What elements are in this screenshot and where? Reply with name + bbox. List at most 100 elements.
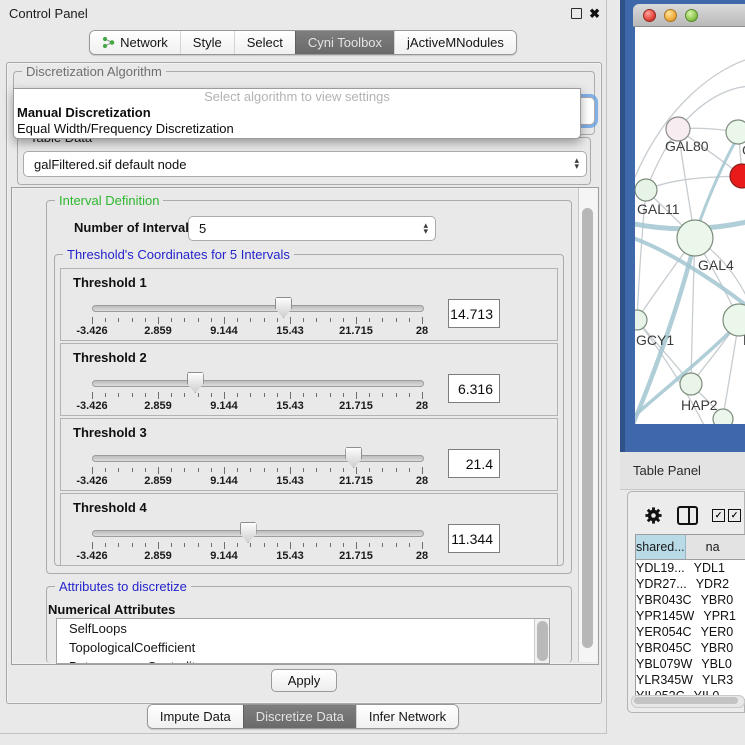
checkbox-icon[interactable]: ✓ (728, 509, 741, 522)
tab-cyni-toolbox[interactable]: Cyni Toolbox (295, 31, 394, 54)
network-node-label: HAP2 (681, 397, 718, 413)
threshold-block: Threshold 3-3.4262.8599.14415.4321.71528… (60, 418, 558, 491)
table-row[interactable]: YPR145WYPR1 (636, 608, 745, 624)
threshold-block: Threshold 1-3.4262.8599.14415.4321.71528… (60, 268, 558, 341)
table-row[interactable]: YBL079WYBL0 (636, 656, 745, 672)
list-scrollbar-thumb[interactable] (537, 621, 548, 661)
spinner-arrows-icon: ▴▾ (416, 223, 435, 234)
tick-mark (396, 393, 397, 397)
table-row[interactable]: YER054CYER0 (636, 624, 745, 640)
axis-tick-label: 9.144 (210, 325, 238, 337)
table-row[interactable]: YBR045CYBR0 (636, 640, 745, 656)
slider-thumb[interactable] (240, 522, 257, 543)
node-table[interactable]: shared...na YDL19...YDL1YDR27...YDR2YBR0… (635, 534, 745, 700)
slider-track[interactable] (92, 530, 424, 537)
panel-scrollbar-thumb[interactable] (582, 208, 593, 648)
columns-icon[interactable] (677, 506, 698, 525)
table-row[interactable]: YLR345WYLR3 (636, 672, 745, 688)
table-column-header[interactable]: na (686, 535, 745, 559)
panel-scrollbar[interactable] (578, 188, 597, 662)
mac-close-button[interactable] (643, 9, 656, 22)
tick-mark (409, 318, 410, 322)
apply-button[interactable]: Apply (271, 669, 337, 692)
tick-mark (105, 393, 106, 397)
threshold-title: Threshold 4 (73, 500, 147, 515)
network-node[interactable] (726, 120, 745, 144)
bottom-tab-infer-network[interactable]: Infer Network (356, 705, 458, 728)
network-node[interactable] (713, 409, 733, 424)
tick-mark (132, 318, 133, 322)
threshold-title: Threshold 3 (73, 425, 147, 440)
network-window: GAL80GCGAL11GAL4GCY1HHAP2 (620, 0, 745, 453)
bottom-tab-impute-data[interactable]: Impute Data (148, 705, 243, 728)
attribute-list-item[interactable]: BetweennessCentrality (57, 657, 549, 664)
bottom-tab-discretize-data[interactable]: Discretize Data (243, 705, 356, 728)
tick-mark (290, 317, 291, 324)
mac-zoom-button[interactable] (685, 9, 698, 22)
network-canvas[interactable]: GAL80GCGAL11GAL4GCY1HHAP2 (635, 27, 745, 424)
tick-mark (118, 318, 119, 322)
threshold-value-field[interactable]: 11.344 (448, 524, 500, 553)
table-panel-title: Table Panel (620, 463, 701, 478)
table-cell: YLR345W (636, 672, 693, 688)
threshold-title: Threshold 1 (73, 275, 147, 290)
table-column-header[interactable]: shared... (636, 535, 686, 559)
checkbox-icons[interactable]: ✓ ✓ (712, 509, 741, 522)
network-node[interactable] (677, 220, 713, 256)
threshold-value-field[interactable]: 6.316 (448, 374, 500, 403)
tick-mark (264, 543, 265, 547)
axis-tick-label: 28 (416, 550, 428, 562)
mac-minimize-button[interactable] (664, 9, 677, 22)
attribute-list-item[interactable]: TopologicalCoefficient (57, 638, 549, 657)
tick-mark (316, 318, 317, 322)
algorithm-popup: Select algorithm to view settings Manual… (13, 88, 581, 139)
settings-scrollpane: Interval Definition Number of Intervals … (11, 187, 599, 665)
table-row[interactable]: YDL19...YDL1 (636, 560, 745, 576)
checkbox-icon[interactable]: ✓ (712, 509, 725, 522)
list-scrollbar[interactable] (534, 619, 549, 663)
slider-thumb[interactable] (345, 447, 362, 468)
popup-option[interactable]: Manual Discretization (14, 105, 580, 121)
tab-select[interactable]: Select (234, 31, 295, 54)
slider-track[interactable] (92, 380, 424, 387)
tick-mark (145, 393, 146, 397)
table-data-combo[interactable]: galFiltered.sif default node ▴▾ (23, 151, 587, 177)
tick-mark (330, 393, 331, 397)
tab-jactivemnodules[interactable]: jActiveMNodules (394, 31, 516, 54)
table-row[interactable]: YBR043CYBR0 (636, 592, 745, 608)
number-of-intervals-spinner[interactable]: 5 ▴▾ (188, 216, 436, 241)
network-node[interactable] (723, 304, 745, 336)
tick-mark (145, 318, 146, 322)
tick-mark (303, 318, 304, 322)
popup-option[interactable]: Equal Width/Frequency Discretization (14, 121, 580, 137)
network-node[interactable] (635, 179, 657, 201)
slider-thumb[interactable] (187, 372, 204, 393)
network-node-label: GAL4 (698, 257, 734, 273)
table-cell: YBR045C (636, 640, 692, 656)
tick-mark (118, 543, 119, 547)
network-node[interactable] (635, 310, 647, 330)
tab-style[interactable]: Style (180, 31, 234, 54)
tick-mark (237, 468, 238, 472)
table-row[interactable]: YDR27...YDR2 (636, 576, 745, 592)
threshold-value-field[interactable]: 21.4 (448, 449, 500, 478)
tab-network[interactable]: Network (90, 31, 180, 54)
tick-mark (422, 542, 423, 549)
table-hscrollbar-thumb[interactable] (634, 697, 738, 704)
tick-mark (356, 317, 357, 324)
slider-track[interactable] (92, 305, 424, 312)
float-window-icon[interactable] (571, 8, 582, 19)
table-hscrollbar[interactable] (631, 695, 745, 708)
control-panel-window: Control Panel ✖ NetworkStyleSelectCyni T… (0, 0, 607, 734)
network-icon (102, 36, 115, 49)
threshold-value-field[interactable]: 14.713 (448, 299, 500, 328)
slider-thumb[interactable] (275, 297, 292, 318)
gear-icon[interactable] (644, 506, 663, 525)
attribute-list-item[interactable]: SelfLoops (57, 619, 549, 638)
slider-track[interactable] (92, 455, 424, 462)
table-panel-titlebar: Table Panel (620, 452, 745, 490)
tick-mark (422, 317, 423, 324)
network-node[interactable] (680, 373, 702, 395)
numerical-attributes-list[interactable]: SelfLoopsTopologicalCoefficientBetweenne… (56, 618, 550, 664)
close-window-icon[interactable]: ✖ (589, 7, 600, 20)
